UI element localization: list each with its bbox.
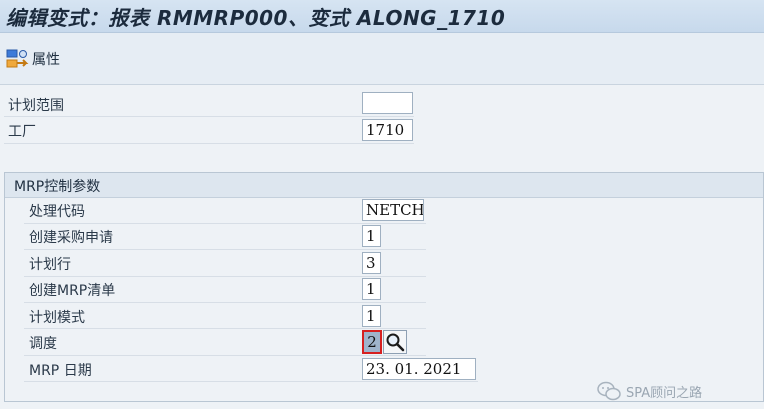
wechat-icon	[597, 381, 621, 401]
title-bar: 编辑变式：报表 RMMRP000、变式 ALONG_1710	[0, 0, 764, 33]
planning-scope-input[interactable]	[362, 92, 413, 114]
group-title: MRP控制参数	[14, 179, 101, 195]
create-purchase-req-label: 创建采购申请	[29, 230, 113, 246]
processing-key-label: 处理代码	[29, 204, 85, 220]
mrp-date-input[interactable]: 23. 01. 2021	[362, 358, 476, 380]
create-mrp-list-label: 创建MRP清单	[29, 283, 116, 299]
row-divider	[4, 143, 414, 144]
scheduling-input[interactable]: 2	[362, 330, 382, 354]
planning-mode-label: 计划模式	[29, 310, 85, 326]
row-divider	[24, 223, 426, 224]
row-divider	[24, 249, 426, 250]
row-divider	[4, 116, 414, 117]
magnifier-icon	[386, 333, 405, 352]
watermark: SPA顾问之路	[596, 380, 702, 402]
schedule-lines-label: 计划行	[29, 257, 71, 273]
mrp-date-label: MRP 日期	[29, 363, 92, 379]
value-help-button[interactable]	[383, 330, 407, 354]
row-divider	[24, 355, 426, 356]
application-toolbar: 属性	[0, 33, 764, 85]
row-divider	[24, 276, 426, 277]
attributes-label: 属性	[32, 52, 60, 68]
watermark-text: SPA顾问之路	[626, 385, 703, 401]
scheduling-label: 调度	[29, 336, 57, 352]
attributes-icon	[6, 49, 29, 68]
attributes-button[interactable]: 属性	[6, 46, 60, 72]
create-mrp-list-input[interactable]: 1	[362, 278, 381, 300]
row-divider	[24, 381, 478, 382]
plant-input[interactable]: 1710	[362, 119, 413, 141]
planning-scope-label: 计划范围	[8, 98, 64, 114]
row-divider	[24, 302, 426, 303]
group-header: MRP控制参数	[5, 173, 763, 198]
processing-key-input[interactable]: NETCH	[362, 199, 424, 221]
row-divider	[24, 328, 426, 329]
planning-mode-input[interactable]: 1	[362, 305, 381, 327]
schedule-lines-input[interactable]: 3	[362, 252, 381, 274]
window-title: 编辑变式：报表 RMMRP000、变式 ALONG_1710	[6, 6, 506, 30]
create-purchase-req-input[interactable]: 1	[362, 225, 381, 247]
plant-label: 工厂	[8, 124, 36, 140]
